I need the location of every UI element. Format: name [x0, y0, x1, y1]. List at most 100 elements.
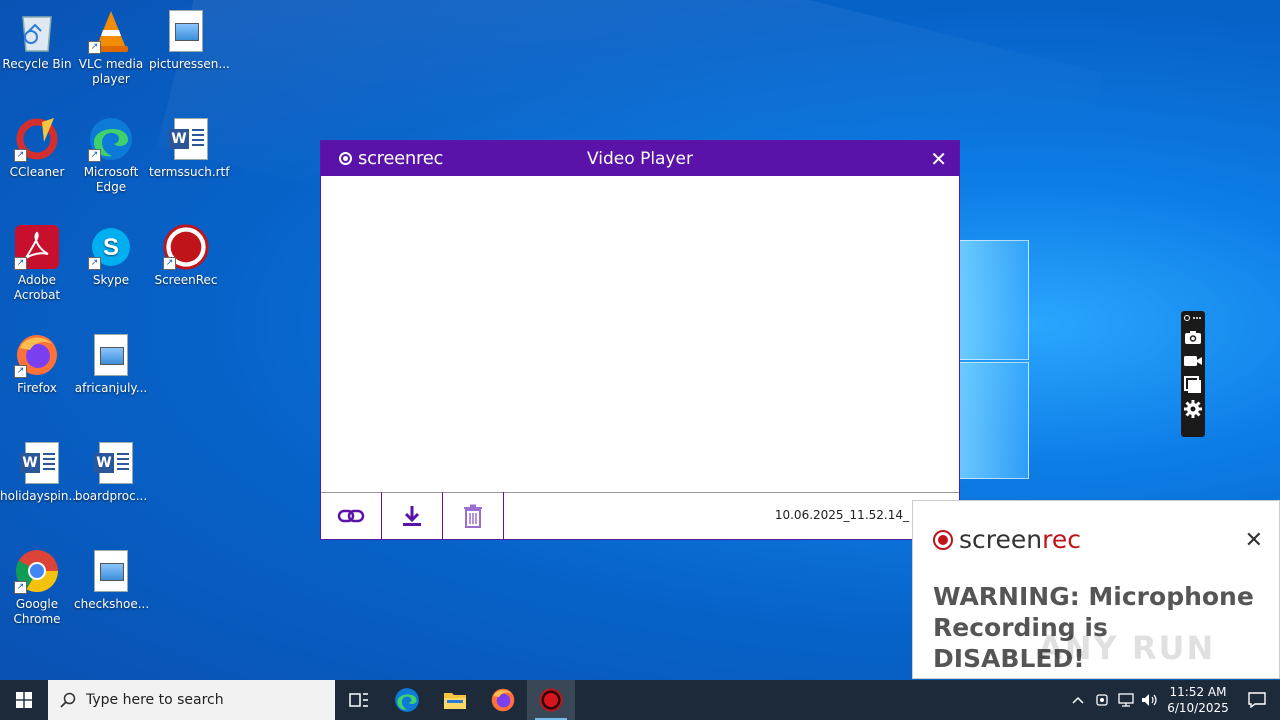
- gallery-icon: [1184, 376, 1201, 393]
- device-icon: [1096, 694, 1108, 706]
- screenrec-icon: [539, 688, 563, 712]
- copy-link-button[interactable]: [321, 492, 382, 539]
- taskbar-search-box[interactable]: Type here to search: [48, 680, 335, 720]
- desktop-icon-label: africanjuly...: [74, 381, 148, 395]
- video-player-window[interactable]: screenrec Video Player ✕ 10.06.2025_11.5…: [320, 140, 960, 540]
- image-file-icon: [88, 548, 134, 594]
- logo-pane: [955, 362, 1029, 479]
- image-file-icon: [88, 332, 134, 378]
- task-view-button[interactable]: [335, 680, 383, 720]
- recording-filename: 10.06.2025_11.52.14_: [774, 508, 909, 522]
- desktop-icon-label: Recycle Bin: [2, 57, 72, 71]
- video-camera-icon: [1184, 356, 1202, 366]
- image-file-icon: [163, 8, 209, 54]
- windows-wallpaper-logo: [955, 240, 1030, 480]
- clock-time: 11:52 AM: [1169, 685, 1227, 699]
- microphone-warning-notification[interactable]: screenrec ✕ WARNING: Microphone Recordin…: [912, 500, 1280, 679]
- svg-text:S: S: [103, 234, 119, 261]
- screenshot-button[interactable]: [1183, 325, 1203, 349]
- vlc-icon: ↗: [88, 8, 134, 54]
- download-icon: [403, 505, 421, 526]
- desktop-icon-label: CCleaner: [9, 165, 65, 179]
- taskbar-file-explorer[interactable]: [431, 680, 479, 720]
- show-hidden-icons-button[interactable]: [1066, 680, 1090, 720]
- skype-icon: S ↗: [88, 224, 134, 270]
- edge-icon: ↗: [88, 116, 134, 162]
- windows-icon: [16, 692, 32, 708]
- drag-handle-icon[interactable]: [1183, 311, 1203, 325]
- search-icon: [60, 692, 76, 708]
- firefox-icon: [491, 688, 515, 712]
- trash-icon: [464, 504, 482, 528]
- logo-pane: [955, 240, 1029, 360]
- desktop-icon-boardproc[interactable]: W boardproc...: [74, 440, 148, 504]
- taskbar-firefox[interactable]: [479, 680, 527, 720]
- folder-icon: [444, 693, 466, 709]
- desktop-icon-adobe-acrobat[interactable]: ↗ Adobe Acrobat: [0, 224, 74, 303]
- desktop-icon-screenrec[interactable]: ↗ ScreenRec: [149, 224, 223, 288]
- desktop-icon-label: Skype: [92, 273, 130, 287]
- desktop-icon-label: holidayspin...: [0, 489, 80, 503]
- notification-brand: screenrec: [933, 525, 1081, 554]
- desktop-icon-label: checkshoe...: [74, 597, 150, 611]
- action-center-button[interactable]: [1234, 680, 1280, 720]
- screenrec-side-toolbar[interactable]: [1181, 311, 1205, 437]
- camera-icon: [1185, 330, 1201, 344]
- firefox-icon: ↗: [14, 332, 60, 378]
- word-doc-icon: W: [14, 440, 60, 486]
- player-toolbar: 10.06.2025_11.52.14_: [321, 492, 959, 539]
- chevron-up-icon: [1072, 696, 1084, 704]
- video-canvas[interactable]: [321, 176, 959, 493]
- link-icon: [337, 509, 365, 522]
- desktop-icon-label: boardproc...: [74, 489, 148, 503]
- desktop-icon-recycle-bin[interactable]: Recycle Bin: [0, 8, 74, 72]
- speaker-icon: [1142, 694, 1157, 706]
- chrome-icon: ↗: [14, 548, 60, 594]
- desktop-icon-termssuch[interactable]: W termssuch.rtf: [149, 116, 230, 180]
- desktop-icon-skype[interactable]: S ↗ Skype: [74, 224, 148, 288]
- close-button[interactable]: ✕: [930, 147, 947, 171]
- desktop-icon-holidayspin[interactable]: W holidayspin...: [0, 440, 80, 504]
- word-doc-icon: W: [163, 116, 209, 162]
- start-button[interactable]: [0, 680, 48, 720]
- network-icon: [1118, 693, 1134, 707]
- delete-button[interactable]: [443, 492, 504, 539]
- acrobat-icon: ↗: [14, 224, 60, 270]
- desktop-icon-firefox[interactable]: ↗ Firefox: [0, 332, 74, 396]
- desktop-icon-ccleaner[interactable]: ↗ CCleaner: [0, 116, 74, 180]
- desktop-icon-microsoft-edge[interactable]: ↗ Microsoft Edge: [74, 116, 148, 195]
- desktop-icon-picturessen[interactable]: picturessen...: [149, 8, 230, 72]
- desktop-icon-africanjuly[interactable]: africanjuly...: [74, 332, 148, 396]
- window-title: Video Player: [587, 149, 693, 169]
- record-video-button[interactable]: [1183, 349, 1203, 373]
- tray-app-icon[interactable]: [1090, 680, 1114, 720]
- recycle-bin-icon: [14, 8, 60, 54]
- gallery-button[interactable]: [1183, 373, 1203, 397]
- desktop-icon-vlc[interactable]: ↗ VLC media player: [74, 8, 148, 87]
- watermark-text: ANY RUN: [1038, 629, 1216, 667]
- taskbar: Type here to search 11:52 AM 6/10/2025: [0, 680, 1280, 720]
- download-button[interactable]: [382, 492, 443, 539]
- desktop-icon-label: Firefox: [17, 381, 57, 395]
- volume-button[interactable]: [1138, 680, 1162, 720]
- screenrec-logo-icon: [933, 529, 953, 550]
- desktop-icon-label: picturessen...: [149, 57, 230, 71]
- gear-icon: [1184, 400, 1202, 418]
- desktop-icon-label: Microsoft Edge: [83, 165, 139, 194]
- system-tray: 11:52 AM 6/10/2025: [1066, 680, 1280, 720]
- clock-date: 6/10/2025: [1167, 701, 1229, 715]
- notification-icon: [1248, 692, 1266, 708]
- taskbar-edge[interactable]: [383, 680, 431, 720]
- desktop-icon-label: termssuch.rtf: [149, 165, 230, 179]
- notification-close-button[interactable]: ✕: [1245, 528, 1263, 553]
- desktop-icon-label: Google Chrome: [13, 597, 61, 626]
- taskbar-clock[interactable]: 11:52 AM 6/10/2025: [1162, 684, 1234, 716]
- desktop-icon-google-chrome[interactable]: ↗ Google Chrome: [0, 548, 74, 627]
- desktop-icon-checkshoe[interactable]: checkshoe...: [74, 548, 150, 612]
- network-button[interactable]: [1114, 680, 1138, 720]
- taskbar-screenrec[interactable]: [527, 680, 575, 720]
- screenrec-icon: ↗: [163, 224, 209, 270]
- player-titlebar[interactable]: screenrec Video Player ✕: [321, 141, 959, 176]
- brand-accent-text: rec: [1042, 525, 1081, 554]
- settings-button[interactable]: [1183, 397, 1203, 421]
